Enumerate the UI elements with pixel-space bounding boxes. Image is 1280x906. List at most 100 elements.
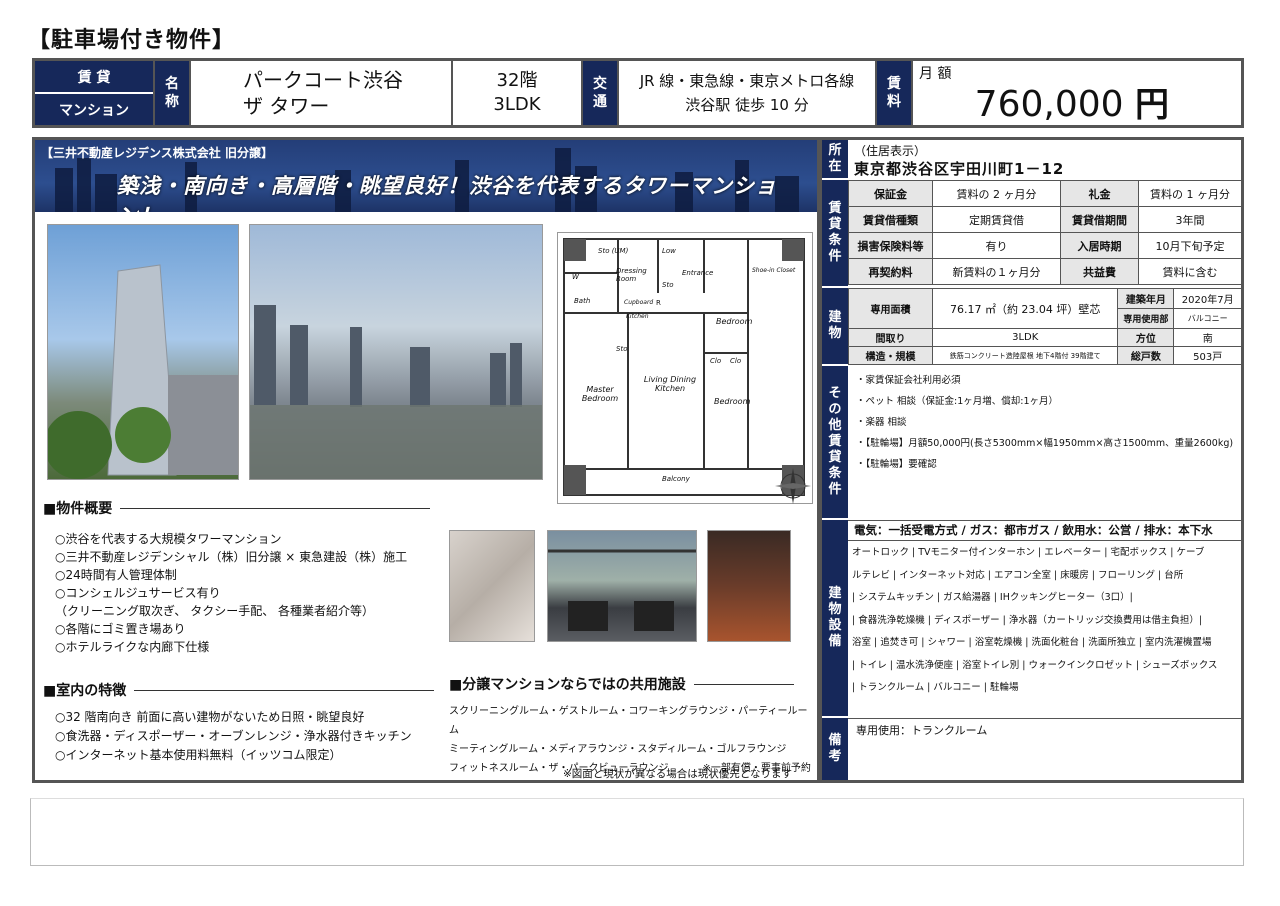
address-label: 所 在	[822, 140, 848, 180]
plan-note: ※図面と現状が異なる場合は現状優先となります	[563, 768, 792, 780]
room-lav: Low	[662, 247, 676, 255]
address-value: 東京都渋谷区宇田川町1－12	[854, 160, 1065, 178]
equipment-line: | トランクルーム | バルコニー | 駐輪場	[852, 682, 1019, 693]
divider	[848, 718, 1244, 719]
room-kitchen: Kitchen	[626, 313, 649, 320]
equipment-label: 建 物 設 備	[822, 520, 848, 718]
facility-line: ミーティングルーム・メディアラウンジ・スタディルーム・ゴルフラウンジ	[449, 744, 787, 755]
overview-item: ○三井不動産レジデンシャル（株）旧分譲 × 東急建設（株）施工	[55, 550, 408, 564]
table-row: 賃貸借種類 定期賃貸借 賃貸借期間 3年間	[848, 206, 1242, 233]
floorplan: Sto (UM) Low W Dressing Room Sto Entranc…	[557, 232, 813, 504]
divider	[848, 520, 1244, 521]
name-line-2: ザ タワー	[243, 94, 330, 118]
floor-layout: 32階 3LDK	[453, 61, 583, 125]
room-bedroom-2: Bedroom	[714, 397, 751, 406]
rent-sub: 月 額	[919, 66, 952, 82]
room-shoe-closet: Shoe-in Closet	[752, 267, 796, 274]
tower-photo-art	[48, 264, 238, 479]
page-title: 【駐車場付き物件】	[28, 28, 236, 53]
rent-value: 760,000 円	[974, 84, 1169, 125]
floor: 32階	[496, 70, 538, 91]
room-bath: Bath	[574, 297, 591, 305]
condition-item: ・家賃保証会社利用必須	[856, 375, 961, 386]
equipment-list: オートロック | TVモニター付インターホン | エレベーター | 宅配ボックス…	[852, 542, 1244, 700]
property-name: パークコート渋谷 ザ タワー	[191, 61, 453, 125]
property-type: 賃 貸 マンション	[35, 61, 155, 125]
room-sto-3: Sto	[616, 345, 628, 353]
overview-item: ○ホテルライクな内廊下仕様	[55, 640, 210, 654]
utilities-line: 電気：一括受電方式 / ガス：都市ガス / 飲用水：公営 / 排水：本下水	[854, 523, 1213, 537]
room-ldk: Living Dining Kitchen	[643, 375, 697, 393]
overview-item: ○24時間有人管理体制	[55, 568, 177, 582]
view-photo-art	[250, 305, 542, 479]
equipment-line: | 食器洗浄乾燥機 | ディスポーザー | 浄水器（カートリッジ交換費用は借主負…	[852, 614, 1203, 626]
banner: 【三井不動産レジデンス株式会社 旧分譲】 築浅・南向き・高層階・眺望良好！渋谷を…	[35, 140, 817, 212]
facilities-heading: ■分譲マンションならではの共用施設	[449, 674, 809, 694]
equipment-line: 浴室 | 追焚き可 | シャワー | 浴室乾燥機 | 洗面化粧台 | 洗面所独立…	[852, 637, 1212, 648]
table-row: 専用面積 76.17 ㎡（約 23.04 坪）壁芯 建築年月 2020年7月	[848, 288, 1242, 329]
building-label: 建 物	[822, 288, 848, 366]
equipment-line: ルテレビ | インターネット対応 | エアコン全室 | 床暖房 | フローリング…	[852, 569, 1184, 581]
room-bedroom-1: Bedroom	[716, 317, 753, 326]
overview-list: ○渋谷を代表する大規模タワーマンション ○三井不動産レジデンシャル（株）旧分譲 …	[55, 530, 407, 656]
name-label: 名 称	[155, 61, 191, 125]
name-line-1: パークコート渋谷	[243, 68, 403, 92]
room-w: W	[572, 273, 579, 281]
table-row: 損害保険料等 有り 入居時期 10月下旬予定	[848, 232, 1242, 259]
traffic-label: 交 通	[583, 61, 619, 125]
gym-photo	[547, 530, 697, 642]
condition-item: ・【駐輪場】月額50,000円(長さ5300mm×幅1950mm×高さ1500m…	[856, 438, 1234, 449]
traffic-line-2: 渋谷駅 徒歩 10 分	[685, 96, 809, 114]
equipment-line: | システムキッチン | ガス給湯器 | IHクッキングヒーター（3口）|	[852, 592, 1133, 603]
interior-item: ○食洗器・ディスポーザー・オーブンレンジ・浄水器付きキッチン	[55, 729, 412, 743]
type-top: 賃 貸	[35, 61, 153, 94]
facility-line: スクリーニングルーム・ゲストルーム・コワーキングラウンジ・パーティールーム	[449, 706, 808, 736]
rent-unit: 円	[1135, 85, 1169, 125]
compass-icon	[775, 468, 811, 504]
table-row: 再契約料 新賃料の１ヶ月分 共益費 賃料に含む	[848, 258, 1242, 285]
room-entrance: Entrance	[682, 269, 714, 277]
other-conditions-list: ・家賃保証会社利用必須 ・ペット 相談（保証金:1ヶ月増、償却:1ヶ月） ・楽器…	[856, 370, 1242, 475]
building-table: 専用面積 76.17 ㎡（約 23.04 坪）壁芯 建築年月 2020年7月 専…	[848, 288, 1242, 365]
room-master-bedroom: Master Bedroom	[581, 385, 619, 403]
address-small: （住居表示）	[854, 144, 927, 158]
type-bottom: マンション	[59, 102, 129, 119]
interior-list: ○32 階南向き 前面に高い建物がないため日照・眺望良好 ○食洗器・ディスポーザ…	[55, 708, 412, 765]
table-row: 保証金 賃料の 2 ヶ月分 礼金 賃料の 1 ヶ月分	[848, 180, 1242, 207]
lobby-photo	[449, 530, 535, 642]
condition-item: ・【駐輪場】要確認	[856, 459, 937, 470]
room-r: R	[656, 299, 661, 307]
equipment-line: オートロック | TVモニター付インターホン | エレベーター | 宅配ボックス…	[852, 547, 1205, 558]
interior-item: ○インターネット基本使用料無料（イッツコム限定）	[55, 748, 342, 762]
room-clo-2: Clo	[730, 357, 742, 365]
remarks-value: 専用使用：トランクルーム	[856, 724, 988, 737]
equipment-line: | トイレ | 温水洗浄便座 | 浴室トイレ別 | ウォークインクロゼット | …	[852, 659, 1218, 671]
other-label: そ の 他 賃 貸 条 件	[822, 366, 848, 520]
room-clo-1: Clo	[710, 357, 722, 365]
property-header: 賃 貸 マンション 名 称 パークコート渋谷 ザ タワー 32階 3LDK 交 …	[32, 58, 1244, 128]
traffic-info: JR 線・東急線・東京メトロ各線 渋谷駅 徒歩 10 分	[619, 61, 877, 125]
terms-table: 保証金 賃料の 2 ヶ月分 礼金 賃料の 1 ヶ月分 賃貸借種類 定期賃貸借 賃…	[848, 180, 1242, 285]
overview-item: ○コンシェルジュサービス有り	[55, 586, 221, 600]
gym-photo-art	[548, 549, 696, 631]
room-balcony: Balcony	[662, 475, 690, 483]
condition-item: ・ペット 相談（保証金:1ヶ月増、償却:1ヶ月）	[856, 396, 1059, 407]
room-sto-2: Sto	[662, 281, 674, 289]
overview-item: ○各階にゴミ置き場あり	[55, 622, 186, 636]
interior-item: ○32 階南向き 前面に高い建物がないため日照・眺望良好	[55, 710, 365, 724]
table-row: 構造・規模 鉄筋コンクリート造陸屋根 地下4階付 39階建て 総戸数 503戸	[848, 346, 1242, 365]
room-dressing: Dressing Room	[616, 267, 647, 283]
terms-label: 賃 貸 条 件	[822, 180, 848, 288]
rent-label: 賃 料	[877, 61, 913, 125]
main-left-panel: 【三井不動産レジデンス株式会社 旧分譲】 築浅・南向き・高層階・眺望良好！渋谷を…	[32, 137, 820, 783]
rent-box: 月 額 760,000 円	[913, 61, 1241, 125]
overview-item: ○渋谷を代表する大規模タワーマンション	[55, 532, 282, 546]
view-photo	[249, 224, 543, 480]
room-sto-um: Sto (UM)	[598, 247, 629, 255]
banner-title: 築浅・南向き・高層階・眺望良好！渋谷を代表するタワーマンション！	[117, 174, 777, 212]
main-right-panel: 所 在 （住居表示） 東京都渋谷区宇田川町1－12 賃 貸 条 件 保証金 賃料…	[820, 137, 1244, 783]
room-cupboard: Cupboard	[624, 299, 654, 306]
layout: 3LDK	[493, 94, 541, 115]
tower-photo	[47, 224, 239, 480]
traffic-line-1: JR 線・東急線・東京メトロ各線	[639, 72, 855, 90]
